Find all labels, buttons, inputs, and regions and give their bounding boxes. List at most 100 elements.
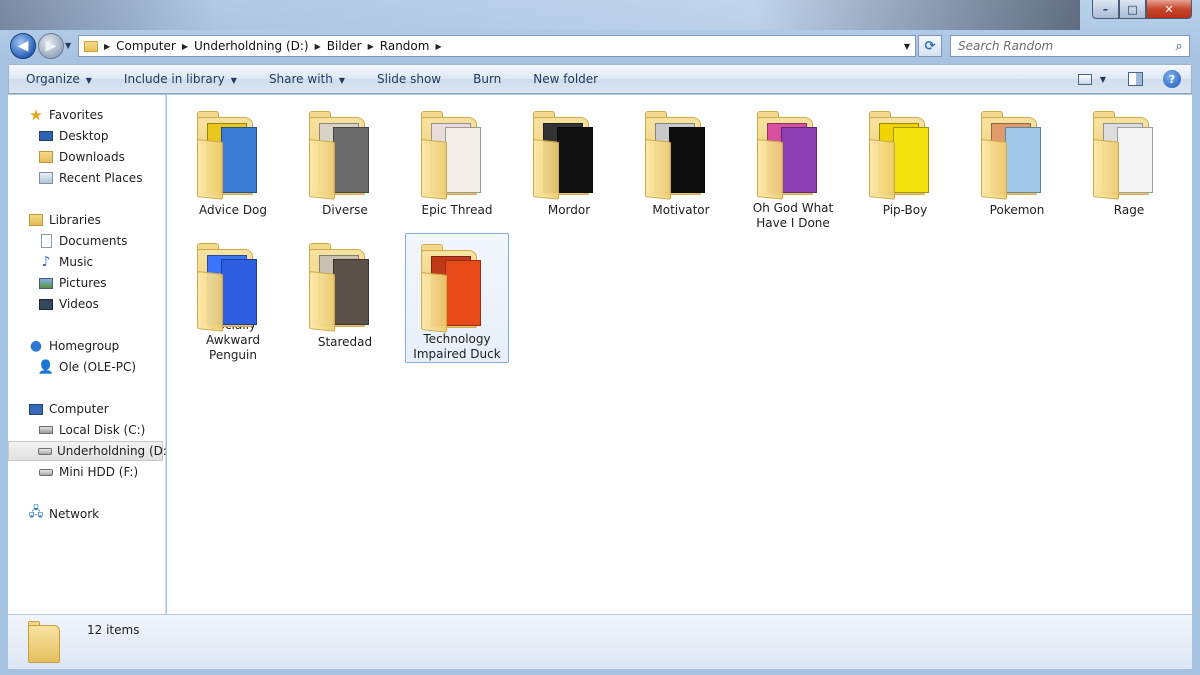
minimize-button[interactable]: –: [1092, 0, 1119, 19]
nav-label: Desktop: [59, 129, 109, 143]
folder-item-technology-impaired-duck[interactable]: Technology Impaired Duck: [405, 233, 509, 363]
nav-mini-hdd[interactable]: Mini HDD (F:): [38, 462, 138, 482]
videos-icon: [38, 296, 54, 312]
folder-item-mordor[interactable]: Mordor: [517, 101, 621, 231]
nav-videos[interactable]: Videos: [38, 294, 99, 314]
folder-item-pokemon[interactable]: Pokemon: [965, 101, 1069, 231]
computer-icon: [28, 401, 44, 417]
organize-label: Organize: [26, 72, 80, 86]
nav-network[interactable]: 🖧 Network: [28, 504, 99, 524]
organize-button[interactable]: Organize ▼: [9, 72, 107, 86]
desktop-icon: [38, 128, 54, 144]
include-in-library-button[interactable]: Include in library ▼: [107, 72, 252, 86]
back-button[interactable]: ◀: [10, 33, 36, 59]
new-folder-button[interactable]: New folder: [516, 72, 613, 86]
nav-recent-places[interactable]: Recent Places: [38, 168, 142, 188]
address-bar[interactable]: ▶ Computer ▶ Underholdning (D:) ▶ Bilder…: [78, 35, 916, 57]
nav-libraries[interactable]: Libraries: [28, 210, 101, 230]
folder-icon: [305, 109, 385, 201]
chevron-down-icon: ▼: [338, 76, 345, 85]
folder-icon: [529, 109, 609, 201]
nav-label: Videos: [59, 297, 99, 311]
nav-local-disk[interactable]: Local Disk (C:): [38, 420, 145, 440]
title-bar-background: [0, 0, 1080, 30]
folder-item-motivator[interactable]: Motivator: [629, 101, 733, 231]
breadcrumb-underholdning[interactable]: Underholdning (D:): [194, 39, 309, 53]
downloads-icon: [38, 149, 54, 165]
search-input[interactable]: [958, 39, 1169, 53]
chevron-right-icon[interactable]: ▶: [315, 42, 321, 51]
close-button[interactable]: ✕: [1146, 0, 1192, 19]
folder-label: Pip-Boy: [882, 203, 928, 217]
folder-label: Pokemon: [989, 203, 1045, 217]
nav-computer[interactable]: Computer: [28, 399, 109, 419]
recent-pages-chevron-icon[interactable]: ▼: [65, 41, 75, 51]
libraries-icon: [28, 212, 44, 228]
folder-item-pip-boy[interactable]: Pip-Boy: [853, 101, 957, 231]
title-bar[interactable]: – □ ✕: [0, 0, 1200, 30]
refresh-button[interactable]: ⟳: [918, 35, 942, 57]
folder-label: Motivator: [652, 203, 710, 217]
breadcrumb-bilder[interactable]: Bilder: [327, 39, 362, 53]
nav-desktop[interactable]: Desktop: [38, 126, 109, 146]
breadcrumb-random[interactable]: Random: [380, 39, 430, 53]
forward-button[interactable]: ▶: [38, 33, 64, 59]
folder-icon: [417, 242, 497, 333]
maximize-button[interactable]: □: [1119, 0, 1146, 19]
file-list: Advice Dog Diverse Epic Thread Mordor Motiva…: [167, 95, 1192, 614]
chevron-down-icon[interactable]: ▼: [899, 42, 915, 51]
folder-icon: [1089, 109, 1169, 201]
folder-icon: [641, 109, 721, 201]
preview-pane-icon[interactable]: [1128, 72, 1143, 86]
folder-item-socially-awkward-penguin[interactable]: Socially Awkward Penguin: [181, 233, 285, 363]
chevron-right-icon[interactable]: ▶: [368, 42, 374, 51]
star-icon: ★: [29, 106, 43, 124]
folder-item-epic-thread[interactable]: Epic Thread: [405, 101, 509, 231]
nav-label: Homegroup: [49, 339, 120, 353]
burn-button[interactable]: Burn: [456, 72, 516, 86]
folder-icon: [84, 40, 98, 52]
nav-label: Libraries: [49, 213, 101, 227]
folder-item-rage[interactable]: Rage: [1077, 101, 1181, 231]
slide-show-button[interactable]: Slide show: [360, 72, 456, 86]
folder-icon: [865, 109, 945, 201]
folder-icon: [193, 241, 273, 332]
folder-item-oh-god-what-have-i-done[interactable]: Oh God What Have I Done: [741, 101, 845, 231]
folder-label: Diverse: [322, 203, 368, 217]
nav-favorites[interactable]: ★ Favorites: [28, 105, 103, 125]
chevron-right-icon[interactable]: ▶: [435, 42, 441, 51]
nav-underholdning[interactable]: Underholdning (D:): [8, 441, 172, 461]
search-box[interactable]: ⌕: [950, 35, 1190, 57]
change-view-icon[interactable]: [1077, 73, 1092, 85]
chevron-down-icon: ▼: [85, 76, 92, 85]
forward-arrow-icon: ▶: [45, 38, 57, 54]
nav-documents[interactable]: Documents: [38, 231, 127, 251]
network-icon: 🖧: [28, 505, 44, 520]
chevron-right-icon[interactable]: ▶: [182, 42, 188, 51]
music-icon: ♪: [41, 254, 51, 270]
share-with-button[interactable]: Share with ▼: [252, 72, 360, 86]
search-icon[interactable]: ⌕: [1169, 39, 1189, 54]
nav-pictures[interactable]: Pictures: [38, 273, 107, 293]
folder-item-staredad[interactable]: Staredad: [293, 233, 397, 363]
folder-item-advice-dog[interactable]: Advice Dog: [181, 101, 285, 231]
nav-downloads[interactable]: Downloads: [38, 147, 125, 167]
homegroup-icon: ●: [29, 338, 43, 354]
folder-icon: [28, 621, 64, 663]
pictures-icon: [38, 275, 54, 291]
navigation-pane: ★ Favorites Desktop Downloads Recent Plac…: [8, 95, 172, 614]
chevron-right-icon[interactable]: ▶: [104, 42, 110, 51]
breadcrumb-computer[interactable]: Computer: [116, 39, 176, 53]
help-icon[interactable]: ?: [1163, 70, 1181, 88]
chevron-down-icon[interactable]: ▼: [1100, 75, 1106, 84]
nav-ole-pc[interactable]: 👤 Ole (OLE-PC): [38, 357, 136, 377]
folder-icon: [305, 241, 385, 333]
folder-label: Technology Impaired Duck: [413, 332, 501, 361]
nav-label: Favorites: [49, 108, 104, 122]
share-with-label: Share with: [268, 72, 333, 86]
refresh-icon: ⟳: [924, 38, 936, 54]
nav-music[interactable]: ♪ Music: [38, 252, 94, 272]
folder-item-diverse[interactable]: Diverse: [293, 101, 397, 231]
nav-homegroup[interactable]: ● Homegroup: [28, 336, 119, 356]
nav-label: Music: [59, 255, 94, 269]
